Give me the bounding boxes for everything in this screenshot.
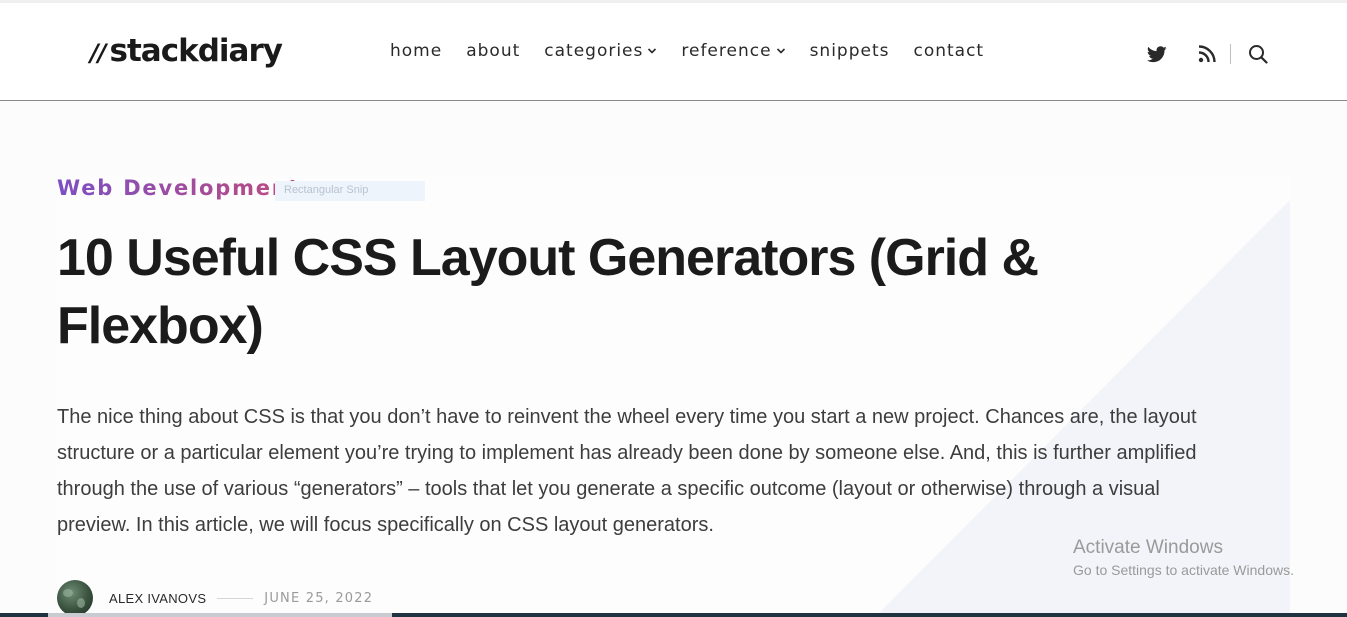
publish-date: JUNE 25, 2022: [264, 590, 374, 606]
avatar[interactable]: [57, 580, 93, 616]
snip-tool-label: Rectangular Snip: [275, 181, 425, 201]
author-name[interactable]: ALEX IVANOVS: [109, 591, 206, 606]
article-title: 10 Useful CSS Layout Generators (Grid & …: [57, 229, 1039, 355]
article-intro: The nice thing about CSS is that you don…: [57, 406, 1197, 536]
bottom-bar-segment: [48, 613, 392, 617]
bottom-bar: [0, 613, 1347, 617]
article-meta: ALEX IVANOVS JUNE 25, 2022: [57, 580, 373, 616]
activate-title: Activate Windows: [1073, 537, 1223, 558]
activate-windows-watermark: Activate Windows Go to Settings to activ…: [1073, 537, 1294, 581]
activate-subtitle: Go to Settings to activate Windows.: [1073, 562, 1294, 578]
page: //stackdiary home about categories refer…: [0, 0, 1347, 617]
article-category[interactable]: Web Development: [57, 176, 300, 200]
meta-separator: [217, 597, 254, 599]
